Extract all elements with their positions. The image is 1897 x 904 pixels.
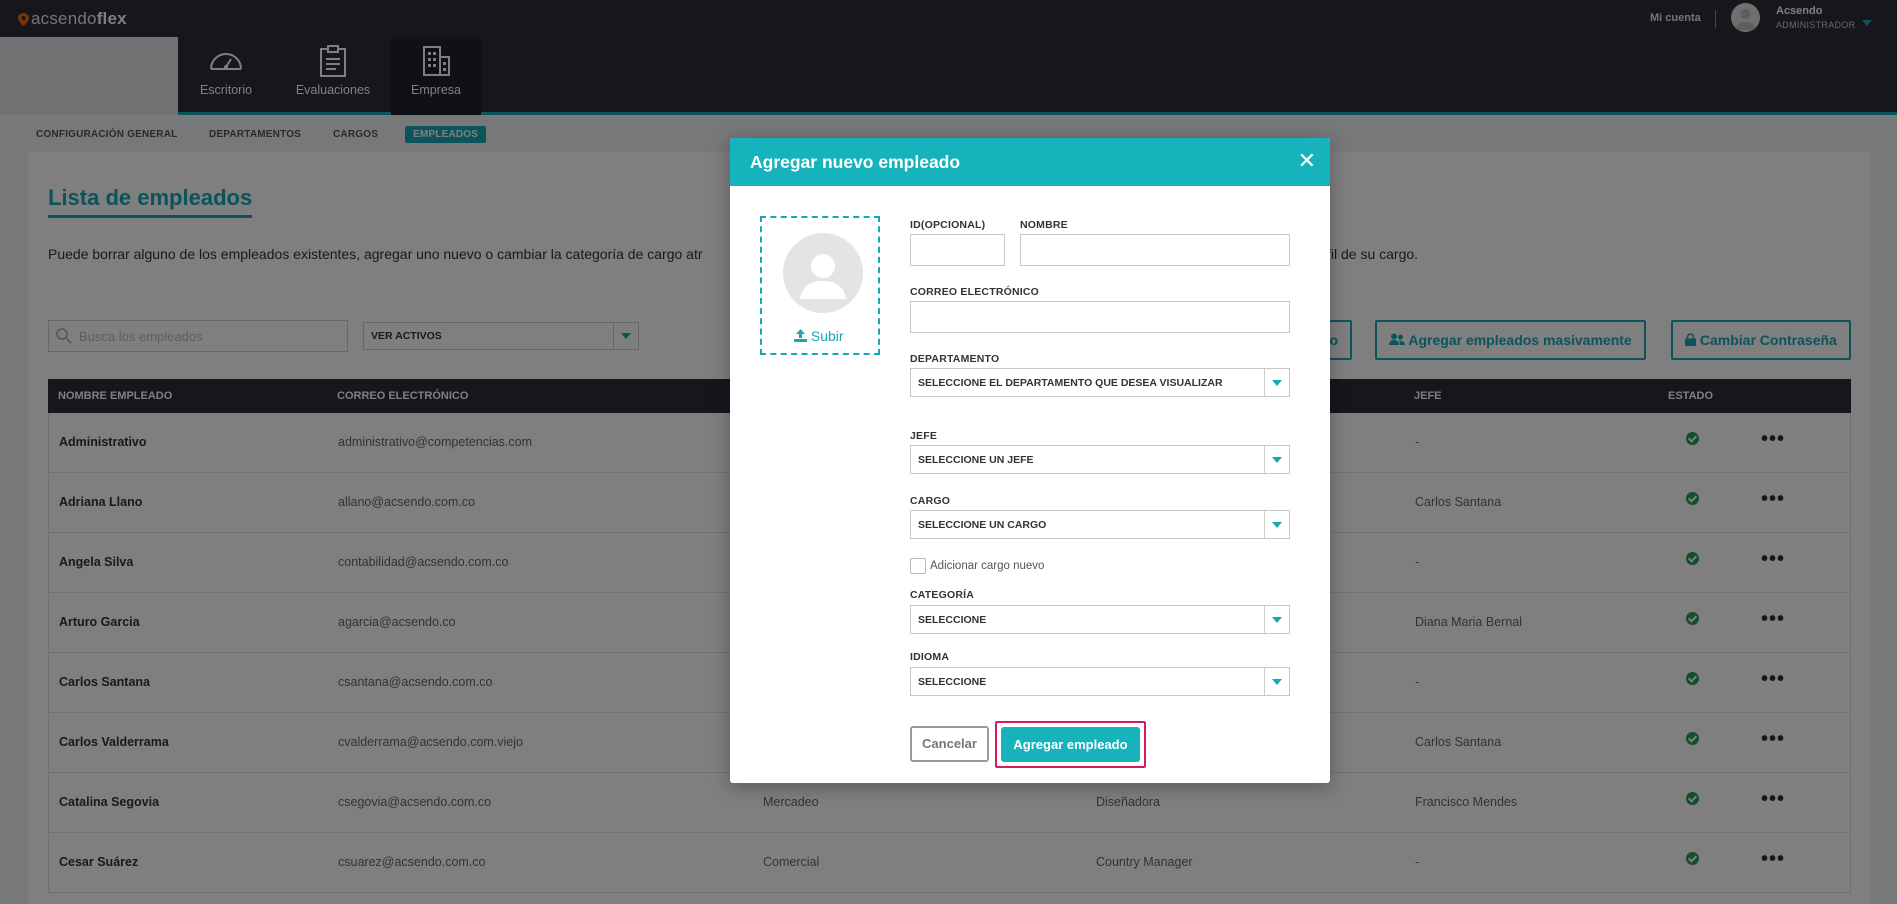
user-avatar-icon	[783, 233, 863, 313]
name-label: NOMBRE	[1020, 219, 1068, 231]
select-value: SELECCIONE EL DEPARTAMENTO QUE DESEA VIS…	[918, 377, 1223, 389]
upload-icon	[794, 329, 807, 342]
select-value: SELECCIONE UN JEFE	[918, 454, 1034, 466]
position-select[interactable]: SELECCIONE UN CARGO	[910, 510, 1290, 539]
chevron-down-icon[interactable]	[1264, 511, 1289, 538]
name-field[interactable]	[1020, 234, 1290, 266]
chevron-down-icon[interactable]	[1264, 668, 1289, 695]
department-label: DEPARTAMENTO	[910, 353, 1000, 365]
add-employee-modal: Agregar nuevo empleado ✕ Subir ID(OPCION…	[730, 138, 1330, 783]
modal-title: Agregar nuevo empleado	[750, 152, 961, 172]
email-field[interactable]	[910, 301, 1290, 333]
photo-placeholder	[783, 233, 863, 313]
chevron-down-icon[interactable]	[1264, 369, 1289, 396]
chevron-down-icon[interactable]	[1264, 446, 1289, 473]
select-value: SELECCIONE UN CARGO	[918, 519, 1047, 531]
boss-select[interactable]: SELECCIONE UN JEFE	[910, 445, 1290, 474]
language-select[interactable]: SELECCIONE	[910, 667, 1290, 696]
email-label: CORREO ELECTRÓNICO	[910, 286, 1040, 298]
upload-label: Subir	[810, 328, 844, 344]
id-field[interactable]	[910, 234, 1005, 266]
photo-upload-area[interactable]: Subir	[760, 216, 880, 355]
add-employee-button[interactable]: Agregar empleado	[1001, 727, 1140, 762]
submit-highlight: Agregar empleado	[995, 721, 1146, 768]
position-label: CARGO	[910, 495, 951, 507]
category-select[interactable]: SELECCIONE	[910, 605, 1290, 634]
category-label: CATEGORÍA	[910, 589, 975, 601]
select-value: SELECCIONE	[918, 676, 987, 688]
upload-button[interactable]: Subir	[794, 328, 844, 344]
add-new-position-checkbox[interactable]	[910, 558, 926, 574]
modal-header: Agregar nuevo empleado ✕	[730, 138, 1330, 186]
department-select[interactable]: SELECCIONE EL DEPARTAMENTO QUE DESEA VIS…	[910, 368, 1290, 397]
close-icon[interactable]: ✕	[1298, 148, 1316, 174]
select-value: SELECCIONE	[918, 614, 987, 626]
add-new-position-label[interactable]: Adicionar cargo nuevo	[930, 560, 1044, 572]
chevron-down-icon[interactable]	[1264, 606, 1289, 633]
id-label: ID(OPCIONAL)	[910, 219, 986, 231]
language-label: IDIOMA	[910, 651, 950, 663]
cancel-button[interactable]: Cancelar	[910, 726, 989, 762]
boss-label: JEFE	[910, 430, 938, 442]
